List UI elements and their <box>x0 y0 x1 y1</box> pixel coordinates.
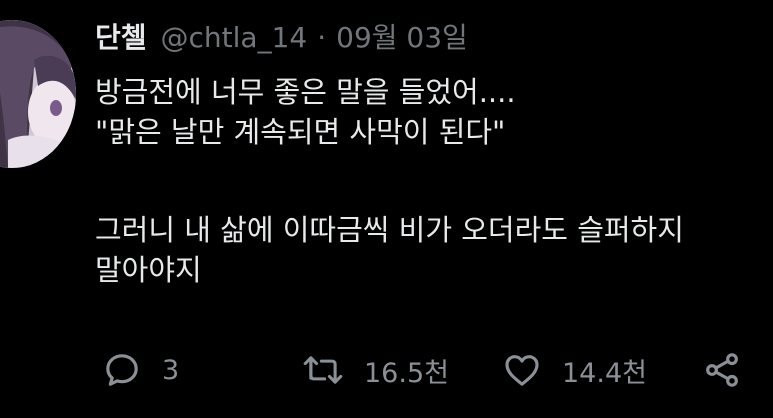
like-button[interactable]: 14.4천 <box>502 350 702 390</box>
share-button[interactable] <box>702 350 742 390</box>
tweet-date[interactable]: 09월 03일 <box>336 18 468 58</box>
reply-button[interactable]: 3 <box>102 350 302 390</box>
tweet-line: 말아야지 <box>95 253 202 287</box>
retweet-icon <box>303 356 343 384</box>
tweet-line: "맑은 날만 계속되면 사막이 된다" <box>95 115 506 149</box>
heart-icon <box>505 355 539 386</box>
tweet-header: 단첼 @chtla_14 · 09월 03일 <box>95 18 468 58</box>
action-bar: 3 16.5천 14.4천 <box>102 350 742 390</box>
avatar-image <box>0 20 76 168</box>
separator-dot: · <box>317 21 327 54</box>
user-handle[interactable]: @chtla_14 <box>161 18 308 58</box>
avatar[interactable] <box>0 20 76 168</box>
tweet[interactable]: 단첼 @chtla_14 · 09월 03일 방금전에 너무 좋은 말을 들었어… <box>0 0 773 418</box>
display-name[interactable]: 단첼 <box>95 18 147 58</box>
reply-icon <box>106 354 138 386</box>
retweet-button[interactable]: 16.5천 <box>302 350 502 390</box>
retweet-count: 16.5천 <box>364 357 449 389</box>
reply-count: 3 <box>162 354 180 386</box>
like-count: 14.4천 <box>562 357 647 389</box>
share-icon <box>706 353 738 387</box>
tweet-text: 방금전에 너무 좋은 말을 들었어.... "맑은 날만 계속되면 사막이 된다… <box>95 72 684 290</box>
tweet-line: 방금전에 너무 좋은 말을 들었어.... <box>95 75 516 109</box>
tweet-line: 그러니 내 삶에 이따금씩 비가 오더라도 슬퍼하지 <box>95 213 684 247</box>
